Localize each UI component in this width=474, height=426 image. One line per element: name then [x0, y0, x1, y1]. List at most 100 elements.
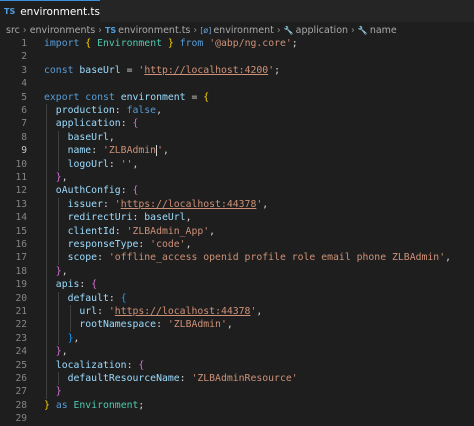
code-line[interactable]: 16 responseType: 'code', [0, 238, 474, 251]
code-editor[interactable]: 1 import { Environment } from '@abp/ng.co… [0, 37, 474, 424]
code-line[interactable]: 18 }, [0, 265, 474, 278]
code-line[interactable]: 19 apis: { [0, 278, 474, 291]
line-number: 11 [15, 172, 27, 183]
line-number: 25 [15, 359, 27, 371]
code-token: export [44, 91, 80, 103]
code-token: ; [138, 399, 145, 411]
code-line[interactable]: 27 } [0, 385, 474, 398]
code-line[interactable]: 3 const baseUrl = 'http://localhost:4200'… [0, 64, 474, 77]
code-text: scope: 'offline_access openid profile ro… [44, 251, 451, 264]
typescript-icon: TS [4, 7, 16, 16]
code-token: Environment [97, 38, 162, 49]
code-token: from [179, 38, 204, 49]
code-token: , [445, 252, 451, 264]
code-token: = [120, 64, 139, 76]
code-line[interactable]: 4 [0, 77, 474, 90]
code-token: , [61, 265, 68, 277]
code-text: defaultResourceName: 'ZLBAdminResource' [44, 372, 298, 385]
code-token: : [120, 118, 133, 130]
breadcrumb-item[interactable]: 🔧 application [284, 25, 348, 36]
line-number: 8 [21, 131, 27, 143]
chevron-right-icon: › [351, 24, 355, 36]
breadcrumb: src › environments › TS environment.ts › [ø] env… [0, 22, 474, 38]
code-line[interactable]: 13 issuer: 'https://localhost:44378', [0, 198, 474, 211]
breadcrumb-item[interactable]: TS environment.ts [105, 25, 190, 36]
code-token: baseUrl [67, 131, 109, 143]
chevron-right-icon: › [276, 24, 281, 36]
line-number: 5 [21, 91, 27, 103]
code-line[interactable]: 14 redirectUri: baseUrl, [0, 211, 474, 224]
code-line[interactable]: 6 production: false, [0, 104, 474, 117]
breadcrumb-item[interactable]: [ø] environment [200, 25, 274, 36]
code-token: : [102, 198, 115, 210]
code-line[interactable]: 23 }, [0, 332, 474, 345]
line-number: 17 [15, 252, 27, 264]
line-number: 23 [15, 332, 27, 344]
code-line[interactable]: 10 logoUrl: '', [0, 158, 474, 171]
code-line[interactable]: 28} as Environment; [0, 399, 474, 412]
code-token: , [73, 332, 80, 344]
code-token: { [120, 292, 127, 304]
line-number: 2 [21, 51, 27, 63]
code-line[interactable]: 22 rootNamespace: 'ZLBAdmin', [0, 318, 474, 331]
code-token: , [262, 198, 269, 210]
breadcrumb-item[interactable]: environments [30, 25, 95, 36]
code-line[interactable]: 20 default: { [0, 292, 474, 305]
code-line[interactable]: 26 defaultResourceName: 'ZLBAdminResourc… [0, 372, 474, 385]
code-token: : [108, 292, 121, 304]
code-token: issuer [67, 198, 103, 210]
breadcrumb-label: src [6, 24, 20, 36]
code-token: false [126, 105, 157, 116]
breadcrumb-label: environment [213, 24, 274, 36]
breadcrumb-item[interactable]: 🔧 name [358, 25, 397, 36]
variable-icon: [ø] [200, 25, 212, 35]
code-line[interactable]: 2 [0, 50, 474, 63]
code-line[interactable]: 12 oAuthConfig: { [0, 184, 474, 197]
code-line[interactable]: 15 clientId: 'ZLBAdmin_App', [0, 225, 474, 238]
code-token: : [108, 158, 121, 170]
code-token: { [91, 279, 98, 291]
indent-guide [58, 197, 59, 265]
code-token: oAuthConfig [55, 185, 121, 197]
code-text: localization: { [44, 359, 144, 372]
code-line[interactable]: 21 url: 'https://localhost:44378', [0, 305, 474, 318]
code-token: } [55, 386, 62, 398]
code-line[interactable]: 24 }, [0, 345, 474, 358]
code-line[interactable]: 11 }, [0, 171, 474, 184]
line-number: 24 [15, 346, 27, 358]
code-token: = [185, 91, 204, 103]
code-token: defaultResourceName [67, 373, 180, 384]
code-token: localization [55, 359, 127, 371]
code-text: redirectUri: baseUrl, [44, 211, 192, 224]
code-token: , [61, 172, 68, 183]
code-text: const baseUrl = 'http://localhost:4200'; [44, 64, 280, 77]
code-token: scope [67, 252, 98, 264]
line-number: 9 [21, 145, 27, 157]
code-token: , [61, 346, 68, 358]
code-token: import [44, 38, 80, 49]
code-token: 'code' [150, 239, 186, 250]
code-line[interactable]: 1 import { Environment } from '@abp/ng.co… [0, 37, 474, 50]
code-token: '' [120, 158, 133, 170]
code-line[interactable]: 17 scope: 'offline_access openid profile… [0, 251, 474, 264]
breadcrumb-label: name [369, 24, 397, 36]
line-number: 22 [15, 319, 27, 331]
code-line[interactable]: 5 export const environment = { [0, 91, 474, 104]
code-token: : [156, 319, 168, 331]
code-line[interactable]: 9 name: 'ZLBAdmin', [0, 144, 474, 157]
code-line[interactable]: 8 baseUrl, [0, 131, 474, 144]
breadcrumb-item[interactable]: src [6, 25, 20, 36]
line-number: 10 [15, 158, 27, 170]
tab-environment-ts[interactable]: TS environment.ts [0, 0, 100, 22]
chevron-right-icon: › [98, 24, 102, 36]
indent-guide [46, 104, 47, 399]
code-token: , [132, 158, 139, 170]
code-token: Environment [73, 399, 139, 411]
code-line[interactable]: 25 localization: { [0, 359, 474, 372]
code-line[interactable]: 7 application: { [0, 117, 474, 130]
